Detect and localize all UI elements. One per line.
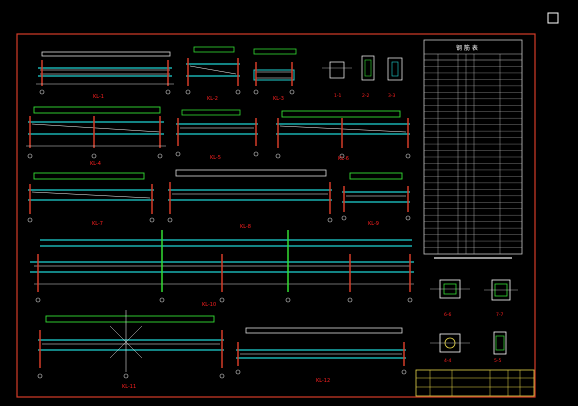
view-label-kl12: KL-12 (316, 378, 330, 384)
view-label-kl4: KL-4 (90, 161, 101, 167)
beam-detail-kl3: KL-3 (253, 48, 297, 102)
section-detail-7-7: 7-7 (484, 279, 518, 318)
section-label-2: 2-2 (362, 93, 369, 99)
beam-detail-kl8: KL-8 (167, 169, 333, 230)
view-label-kl8: KL-8 (240, 224, 251, 230)
beam-detail-kl2: KL-2 (185, 46, 241, 102)
section-detail-6-6: 6-6 (430, 279, 470, 318)
section-label-6: 6-6 (444, 312, 451, 318)
drawing-frame (16, 33, 536, 398)
view-label-kl11: KL-11 (122, 384, 136, 390)
view-label-kl9: KL-9 (368, 221, 379, 227)
beam-detail-kl10: KL-10 (30, 230, 414, 308)
section-detail-5-5: 5-5 (493, 331, 507, 364)
view-label-kl1: KL-1 (93, 94, 104, 100)
beam-detail-kl4: KL-4 (26, 106, 166, 167)
view-label-kl6: KL-6 (338, 156, 349, 162)
beam-detail-kl12: KL-12 (235, 327, 407, 384)
beam-detail-kl6: KL-6 (275, 110, 411, 162)
view-label-kl2: KL-2 (207, 96, 218, 102)
cad-drawing-canvas: KL-1 KL-2 KL-3 1-1 2-2 3-3 KL-4 KL-5 KL-… (16, 12, 559, 398)
corner-marker (547, 12, 559, 24)
section-label-1: 1-1 (334, 93, 341, 99)
beam-detail-kl1: KL-1 (36, 51, 174, 100)
section-detail-4-4: 4-4 (430, 333, 470, 364)
view-label-kl7: KL-7 (92, 221, 103, 227)
section-views-top: 1-1 2-2 3-3 (322, 55, 403, 99)
beam-detail-kl7: KL-7 (27, 172, 155, 227)
section-label-5: 5-5 (494, 358, 501, 364)
beam-detail-kl5: KL-5 (175, 109, 259, 161)
rebar-schedule-table: 钢 筋 表 (423, 39, 523, 259)
view-label-kl10: KL-10 (202, 302, 216, 308)
beam-detail-kl11: KL-11 (37, 310, 225, 390)
beam-detail-kl9: KL-9 (341, 172, 411, 227)
table-title: 钢 筋 表 (456, 44, 478, 52)
section-label-7: 7-7 (496, 312, 503, 318)
view-label-kl5: KL-5 (210, 155, 221, 161)
section-label-3: 3-3 (388, 93, 395, 99)
section-label-4: 4-4 (444, 358, 451, 364)
table-rows (424, 66, 522, 248)
view-label-kl3: KL-3 (273, 96, 284, 102)
title-block (415, 369, 535, 397)
